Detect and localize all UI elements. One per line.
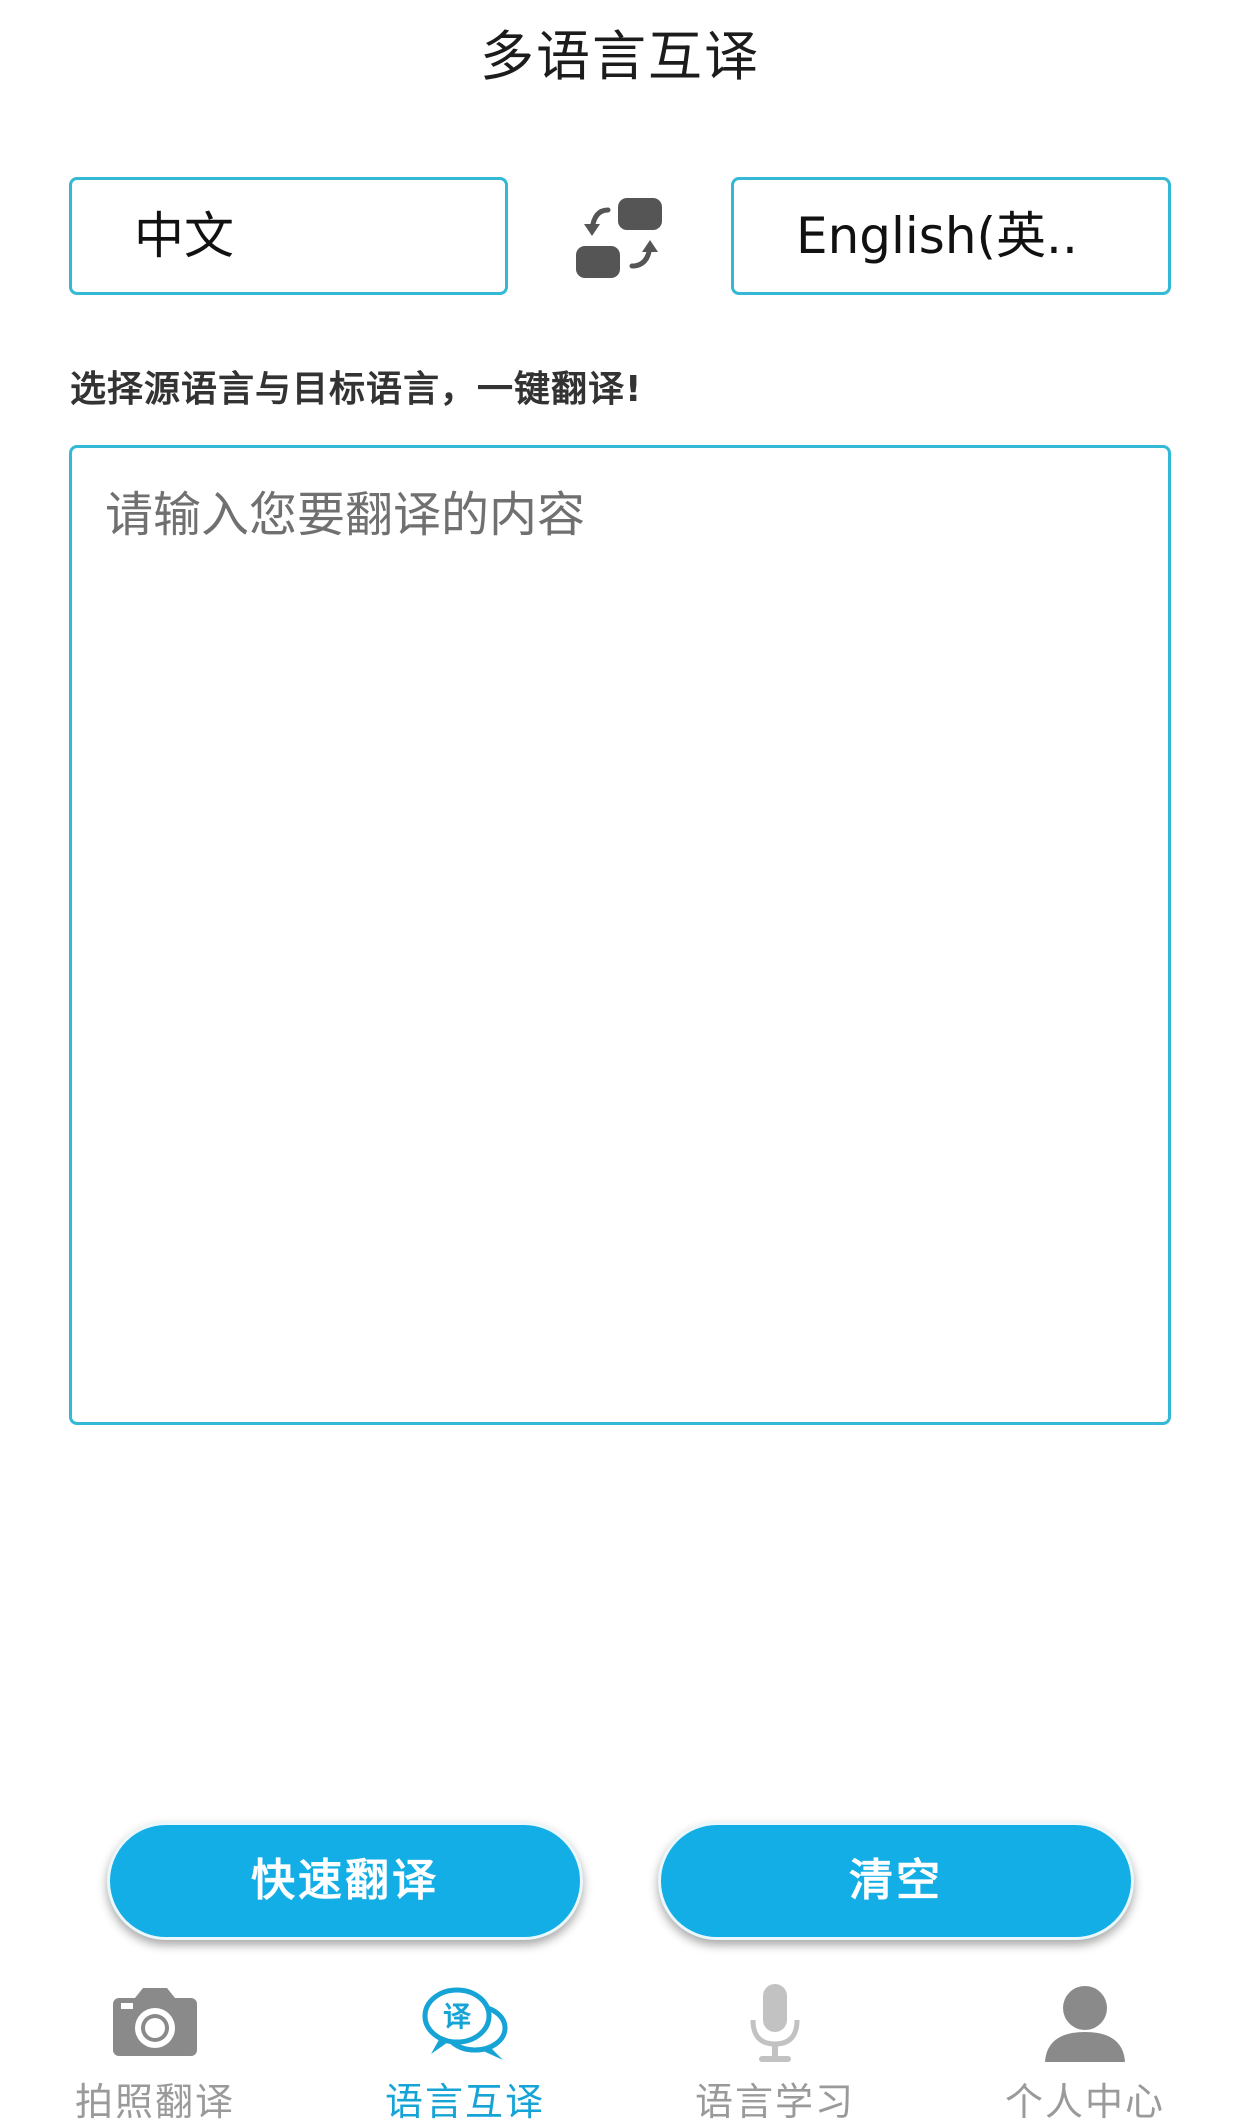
swap-languages-button[interactable] xyxy=(572,196,668,280)
translate-chat-icon: 译 xyxy=(422,1987,508,2060)
user-icon xyxy=(1045,1986,1125,2062)
source-language-selector[interactable]: 中文 xyxy=(69,177,508,295)
tab-language-learning[interactable]: 语言学习 xyxy=(620,1982,930,2124)
instruction-text: 选择源语言与目标语言，一键翻译! xyxy=(70,369,643,410)
clear-button[interactable]: 清空 xyxy=(658,1822,1134,1940)
tab-personal-center[interactable]: 个人中心 xyxy=(930,1982,1240,2124)
page-title: 多语言互译 xyxy=(480,25,760,88)
tab-label: 拍照翻译 xyxy=(74,2080,235,2124)
tab-label: 语言互译 xyxy=(384,2080,545,2124)
tab-label: 语言学习 xyxy=(694,2080,855,2124)
tab-photo-translate[interactable]: 拍照翻译 xyxy=(0,1982,310,2124)
swap-icon xyxy=(576,198,662,278)
camera-icon xyxy=(113,1988,197,2056)
tab-label: 个人中心 xyxy=(1004,2080,1165,2124)
tab-language-translate[interactable]: 译 语言互译 xyxy=(310,1982,620,2124)
quick-translate-button[interactable]: 快速翻译 xyxy=(107,1822,583,1940)
microphone-icon xyxy=(750,1984,800,2062)
svg-text:译: 译 xyxy=(443,2000,472,2033)
target-language-selector[interactable]: English(英.. xyxy=(731,177,1171,295)
translation-input[interactable] xyxy=(69,445,1171,1425)
